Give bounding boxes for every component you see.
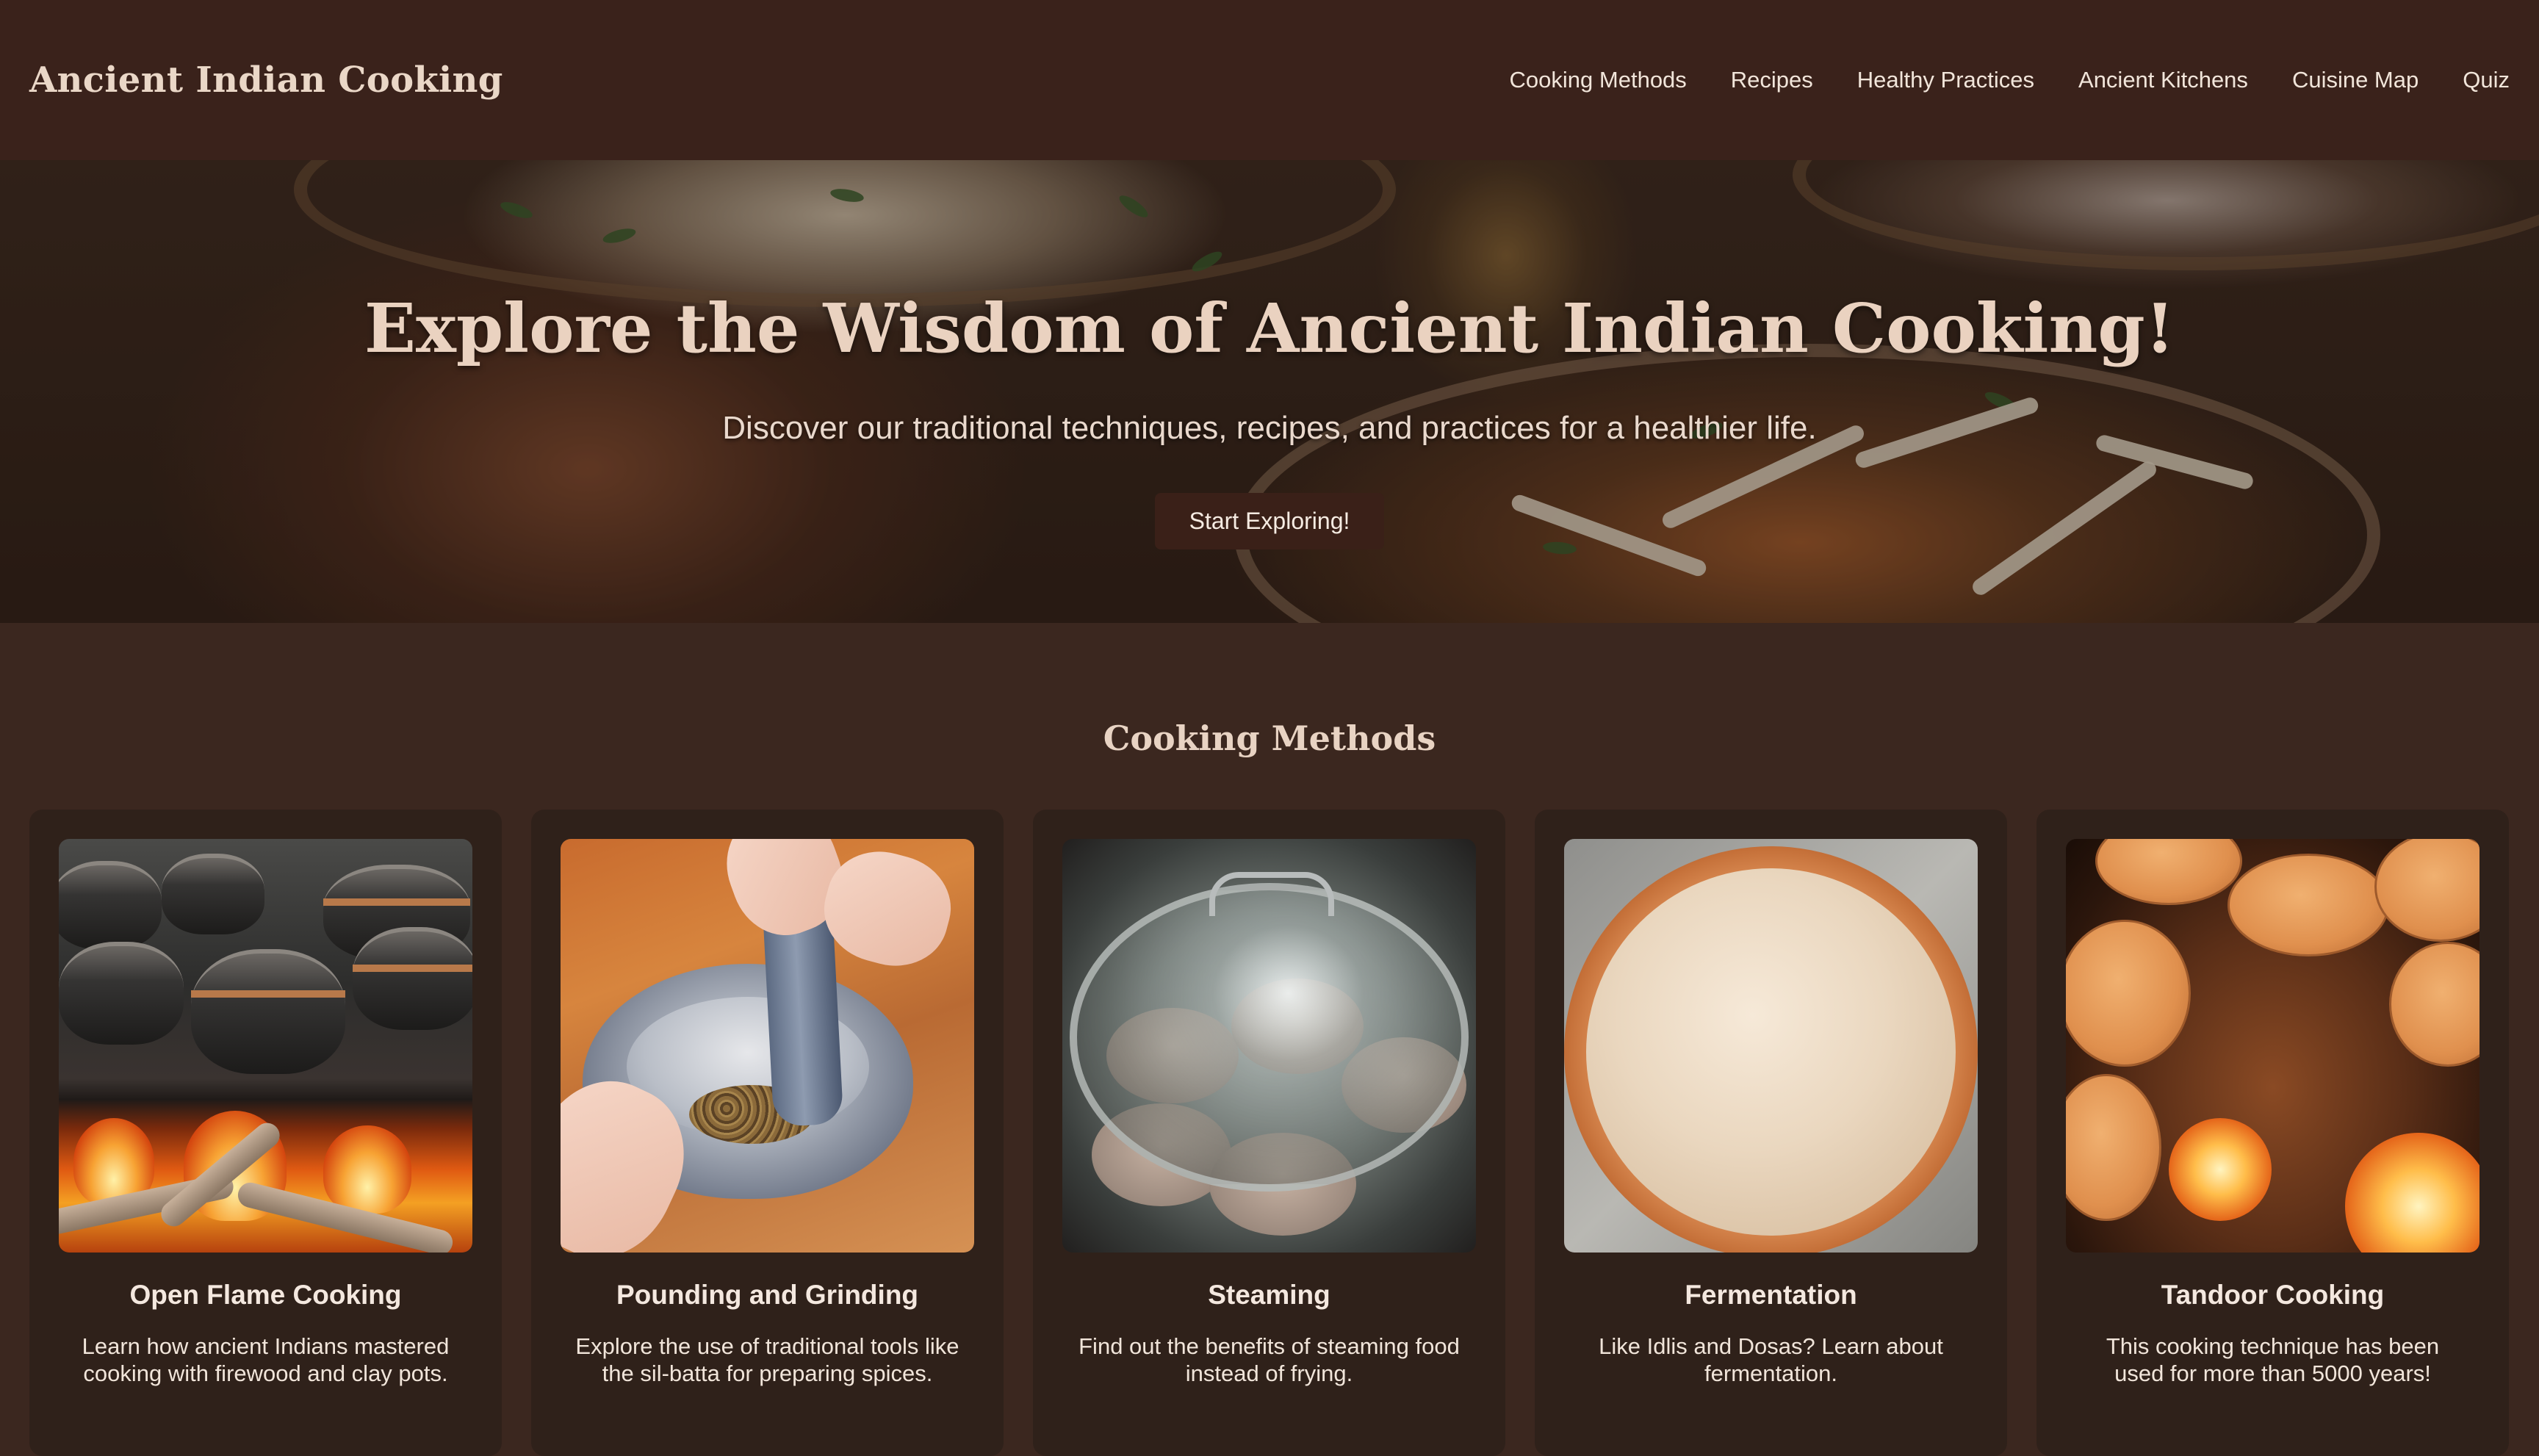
card-title: Tandoor Cooking <box>2161 1280 2385 1310</box>
nav-link-cooking-methods[interactable]: Cooking Methods <box>1510 67 1687 93</box>
site-header: Ancient Indian Cooking Cooking Methods R… <box>0 0 2539 160</box>
card-description: Learn how ancient Indians mastered cooki… <box>82 1333 450 1386</box>
method-card-fermentation[interactable]: Fermentation Like Idlis and Dosas? Learn… <box>1535 810 2007 1456</box>
cooking-methods-section: Cooking Methods Open Flame Cooking Learn… <box>0 623 2539 1456</box>
site-logo-title[interactable]: Ancient Indian Cooking <box>29 60 503 101</box>
card-title: Steaming <box>1208 1280 1330 1310</box>
method-card-pounding-grinding[interactable]: Pounding and Grinding Explore the use of… <box>531 810 1004 1456</box>
card-description: Like Idlis and Dosas? Learn about fermen… <box>1599 1333 1943 1386</box>
nav-link-recipes[interactable]: Recipes <box>1731 67 1813 93</box>
hero-title: Explore the Wisdom of Ancient Indian Coo… <box>364 289 2175 368</box>
card-description: Find out the benefits of steaming food i… <box>1078 1333 1460 1386</box>
card-description: This cooking technique has been used for… <box>2106 1333 2440 1386</box>
card-title: Fermentation <box>1685 1280 1857 1310</box>
fermented-dough-image <box>1564 839 1978 1253</box>
hero-subtitle: Discover our traditional techniques, rec… <box>722 410 1817 446</box>
steamer-idli-image <box>1062 839 1476 1253</box>
method-card-open-flame[interactable]: Open Flame Cooking Learn how ancient Ind… <box>29 810 502 1456</box>
hero-banner: Explore the Wisdom of Ancient Indian Coo… <box>0 160 2539 623</box>
nav-link-quiz[interactable]: Quiz <box>2463 67 2510 93</box>
hero-dim-overlay <box>0 160 2539 623</box>
open-flame-cooking-image <box>59 839 472 1253</box>
card-title: Open Flame Cooking <box>129 1280 402 1310</box>
card-description: Explore the use of traditional tools lik… <box>575 1333 959 1386</box>
start-exploring-button[interactable]: Start Exploring! <box>1155 493 1384 549</box>
card-title: Pounding and Grinding <box>616 1280 919 1310</box>
method-card-steaming[interactable]: Steaming Find out the benefits of steami… <box>1033 810 1505 1456</box>
tandoor-oven-image <box>2066 839 2479 1253</box>
mortar-pestle-image <box>561 839 974 1253</box>
main-nav: Cooking Methods Recipes Healthy Practice… <box>1510 67 2510 93</box>
section-title: Cooking Methods <box>1103 718 1436 758</box>
nav-link-ancient-kitchens[interactable]: Ancient Kitchens <box>2078 67 2248 93</box>
method-card-tandoor[interactable]: Tandoor Cooking This cooking technique h… <box>2036 810 2509 1456</box>
nav-link-cuisine-map[interactable]: Cuisine Map <box>2292 67 2419 93</box>
nav-link-healthy-practices[interactable]: Healthy Practices <box>1857 67 2034 93</box>
